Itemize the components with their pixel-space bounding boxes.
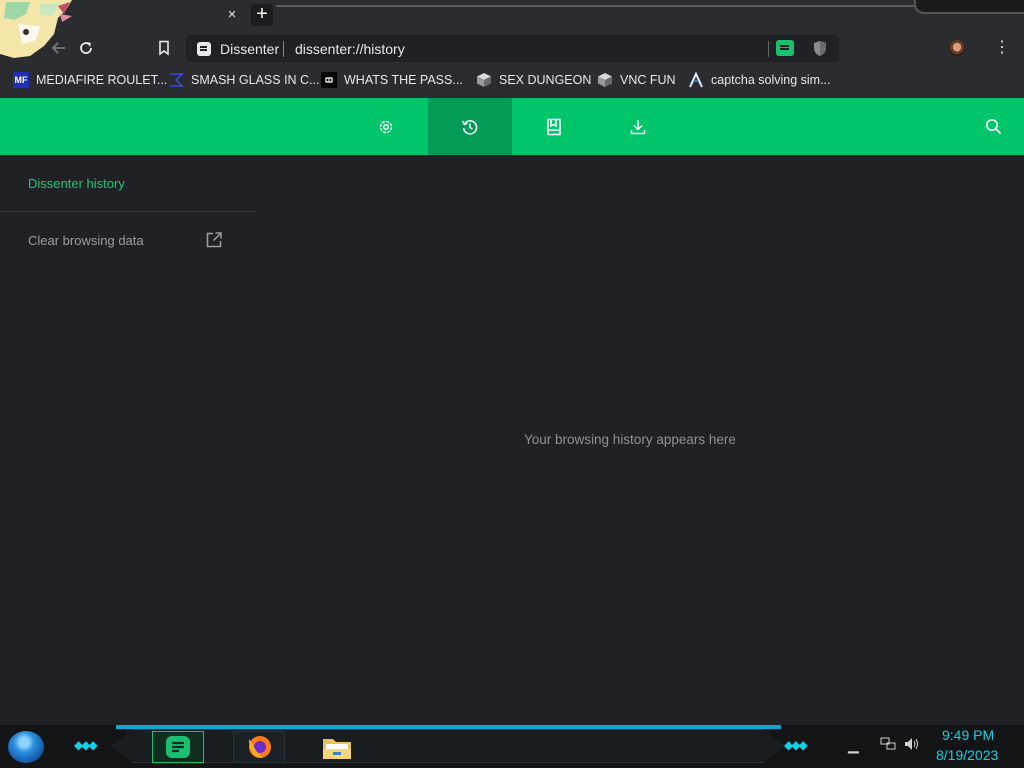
browser-menu-icon[interactable]: ⋮ [994, 39, 1010, 57]
lambda-icon [688, 72, 704, 88]
new-tab-button[interactable]: + [251, 4, 273, 26]
bookmarks-tab[interactable] [512, 98, 596, 155]
title-bar-line [276, 5, 926, 7]
taskbar-frame [112, 729, 784, 763]
omnibox-divider [768, 41, 769, 57]
empty-history-message: Your browsing history appears here [524, 432, 736, 447]
bookmarks-bar: MF MEDIAFIRE ROULET... SMASH GLASS IN C.… [0, 64, 1024, 98]
history-icon [461, 119, 478, 135]
bookmark-item[interactable]: MF MEDIAFIRE ROULET... [13, 71, 167, 89]
external-link-icon[interactable] [205, 231, 223, 249]
url-text[interactable]: dissenter://history [295, 41, 405, 57]
taskbar-dissenter-app[interactable] [152, 731, 204, 763]
cube-icon [476, 72, 492, 88]
volume-icon[interactable] [904, 737, 920, 754]
bookmark-label: VNC FUN [620, 73, 676, 87]
bookmark-item[interactable]: WHATS THE PASS... [321, 71, 463, 89]
clear-browsing-data-link[interactable]: Clear browsing data [28, 233, 144, 248]
settings-icon [379, 120, 393, 133]
sigma-icon [168, 72, 184, 88]
bookmark-label: captcha solving sim... [711, 73, 831, 87]
start-button[interactable] [8, 731, 44, 763]
page-icon [197, 42, 211, 56]
search-icon [985, 119, 1001, 135]
folder-icon [323, 739, 351, 759]
tab-strip: × + [0, 0, 1024, 58]
sidebar-divider [0, 211, 256, 212]
download-icon [630, 119, 646, 134]
site-name: Dissenter [220, 41, 280, 57]
chevron-decor-icon: ◆◆◆ [784, 738, 808, 752]
bookmark-label: MEDIAFIRE ROULET... [36, 73, 168, 87]
address-bar[interactable]: Dissenter dissenter://history [186, 35, 839, 62]
network-icon[interactable] [880, 737, 896, 754]
bookmark-item[interactable]: SEX DUNGEON [476, 71, 591, 89]
anime-mascot-icon [0, 0, 72, 58]
omnibox-divider [283, 41, 284, 57]
tab-close-icon[interactable]: × [223, 6, 241, 24]
show-hidden-icons-icon[interactable]: ▁ [848, 737, 859, 754]
clock-time[interactable]: 9:49 PM [942, 727, 994, 743]
dissenter-icon [166, 736, 190, 758]
bookmark-label: SMASH GLASS IN C... [191, 73, 320, 87]
history-page: Dissenter history Clear browsing data Yo… [0, 155, 1024, 725]
mediafire-icon: MF [13, 72, 29, 88]
reload-icon[interactable] [77, 39, 95, 57]
bookmark-icon[interactable] [155, 39, 173, 57]
dissenter-extension-icon[interactable] [776, 40, 794, 56]
bookmark-label: WHATS THE PASS... [344, 73, 463, 87]
taskbar-explorer-app[interactable] [311, 731, 363, 763]
taskbar-firefox-app[interactable] [233, 731, 285, 763]
taskbar: ◆◆◆ ◆◆◆ ▁ 9:49 PM 8/19/2023 [0, 725, 1024, 768]
settings-tab[interactable] [344, 98, 428, 155]
clock-date[interactable]: 8/19/2023 [936, 747, 998, 763]
bookmark-item[interactable]: VNC FUN [597, 71, 676, 89]
taskbar-accent [116, 725, 781, 729]
search-button[interactable] [951, 98, 1024, 155]
window-controls[interactable] [914, 0, 1024, 14]
firefox-icon [249, 736, 271, 758]
profile-avatar[interactable] [949, 40, 965, 56]
chevron-decor-icon: ◆◆◆ [74, 738, 98, 752]
sidebar-title[interactable]: Dissenter history [28, 176, 125, 191]
downloads-tab[interactable] [596, 98, 680, 155]
dissenter-nav-header [0, 98, 1024, 155]
discord-icon [321, 72, 337, 88]
bookmark-item[interactable]: captcha solving sim... [688, 71, 831, 89]
shield-icon[interactable] [812, 40, 828, 57]
cube-icon [597, 72, 613, 88]
bookmark-label: SEX DUNGEON [499, 73, 592, 87]
bookmarks-icon [547, 118, 561, 135]
history-tab[interactable] [428, 98, 512, 155]
browser-toolbar: Dissenter dissenter://history ⋮ [0, 32, 1024, 64]
bookmark-item[interactable]: SMASH GLASS IN C... [168, 71, 320, 89]
